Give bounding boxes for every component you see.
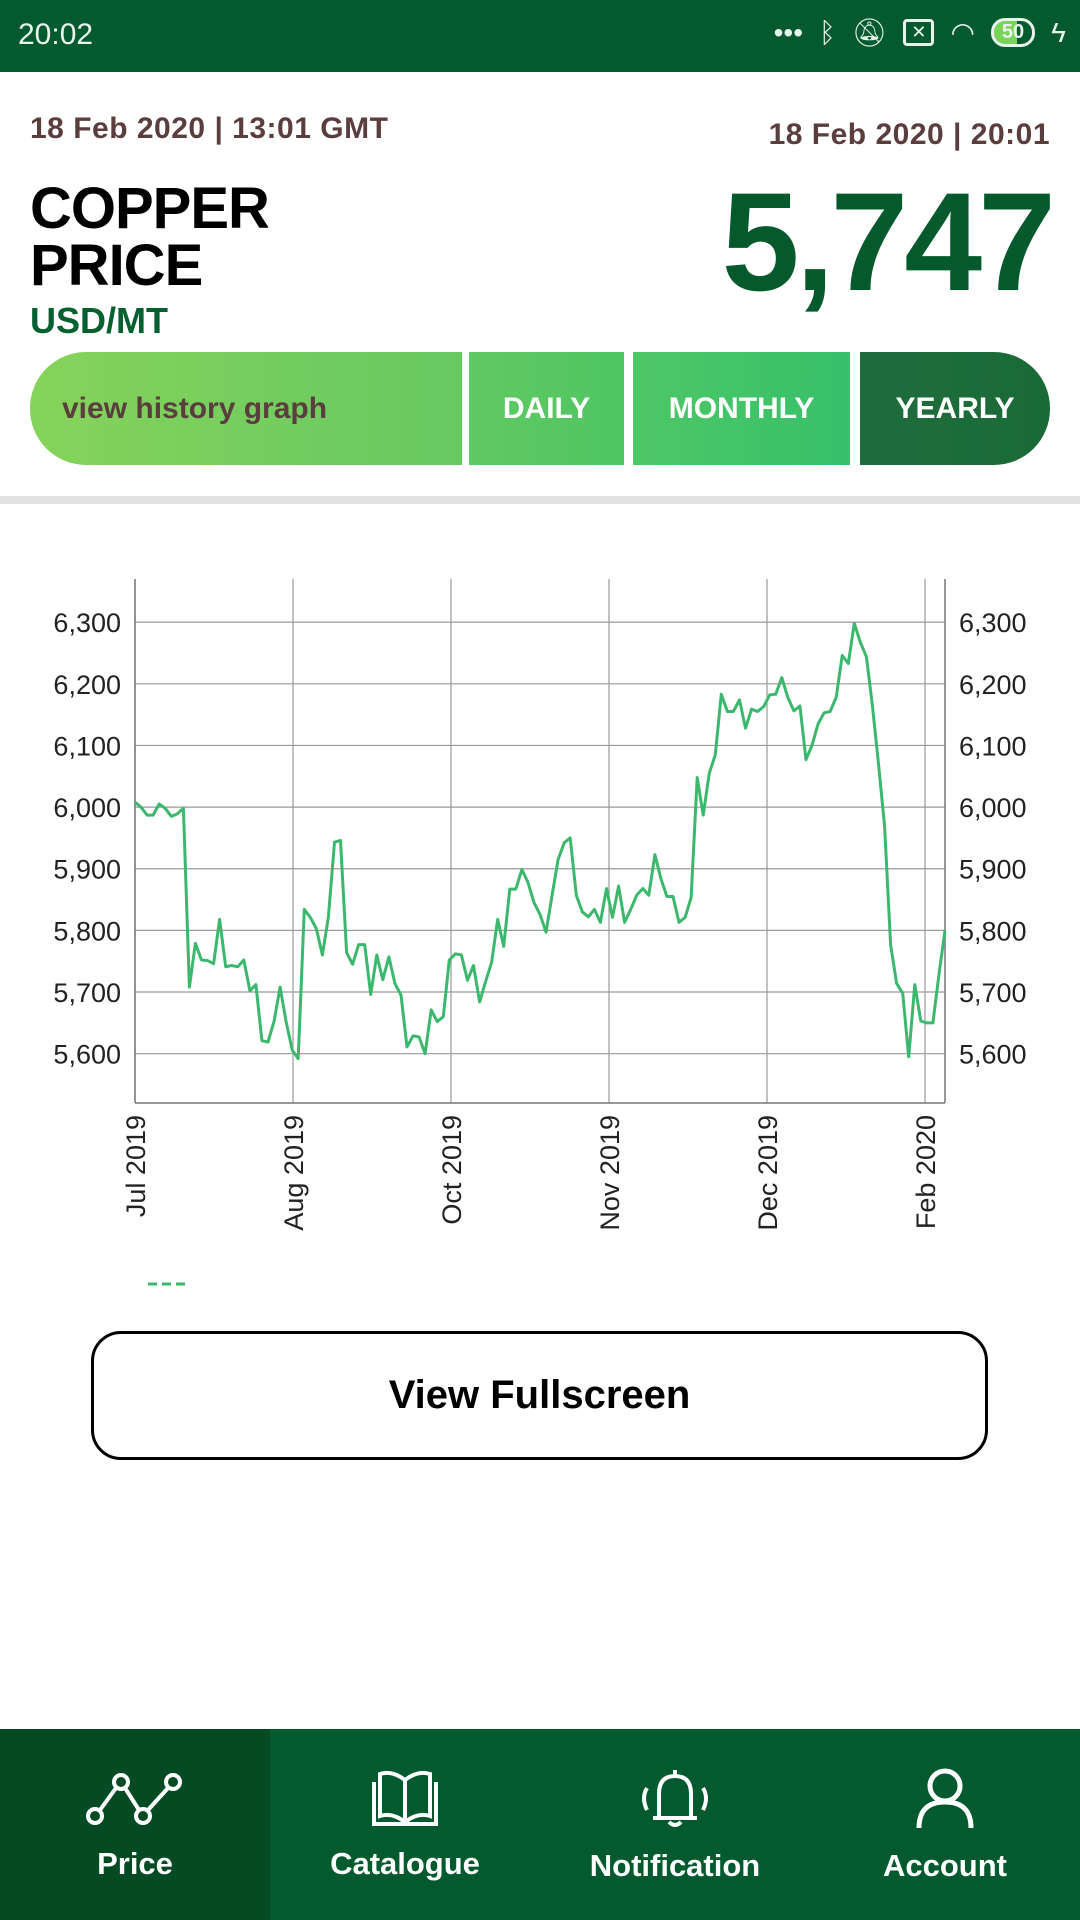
y-tick-label-left: 5,700 [53,978,121,1008]
view-fullscreen-button[interactable]: View Fullscreen [91,1331,988,1460]
market-date: 18 Feb 2020 | 13:01 GMT [30,112,389,145]
tab-monthly[interactable]: MONTHLY [633,352,850,465]
current-price: 5,747 [721,163,1056,320]
battery-icon: 50 [990,18,1036,47]
nav-notification-label: Notification [589,1847,761,1883]
page-title-line1: COPPER [30,176,270,241]
local-date: 18 Feb 2020 | 20:01 [768,118,1050,151]
y-tick-label-left: 5,600 [53,1040,121,1070]
nav-price-label: Price [97,1845,173,1881]
book-icon [372,1770,438,1826]
status-bar: 20:02 ••• ᛒ 🔕︎ ✕ ◠ 50 ϟ [0,0,1080,72]
nav-price[interactable]: Price [0,1729,270,1920]
price-unit: USD/MT [30,300,168,341]
y-tick-label-right: 5,700 [959,978,1027,1008]
nav-account[interactable]: Account [810,1729,1080,1920]
y-tick-label-left: 5,900 [53,855,121,885]
y-tick-label-left: 5,800 [53,916,121,946]
y-tick-label-right: 5,900 [959,855,1027,885]
sim-x-icon: ✕ [903,19,935,46]
line-chart-icon [86,1772,182,1825]
y-tick-label-right: 5,800 [959,916,1027,946]
charging-icon: ϟ [1051,16,1066,48]
status-time: 20:02 [18,18,94,51]
nav-catalogue[interactable]: Catalogue [270,1729,540,1920]
y-tick-label-left: 6,000 [53,793,121,823]
nav-account-label: Account [883,1847,1007,1883]
y-tick-label-left: 6,300 [53,608,121,638]
y-tick-label-right: 6,100 [959,731,1027,761]
tab-daily[interactable]: DAILY [469,352,624,465]
status-icons: ••• ᛒ 🔕︎ ✕ ◠ 50 ϟ [774,16,1066,49]
bottom-nav: Price Catalogue Notification Account [0,1729,1080,1920]
x-tick-label: Feb 2020 [911,1115,941,1229]
price-series-line [134,621,947,1061]
x-tick-label: Oct 2019 [437,1115,467,1225]
bluetooth-icon: ᛒ [819,16,836,48]
bell-off-icon: 🔕︎ [851,17,888,48]
page-title-line2: PRICE [30,233,203,298]
y-tick-label-right: 5,600 [959,1040,1027,1070]
x-tick-label: Nov 2019 [595,1115,625,1231]
price-history-chart[interactable]: 5,600 5,600 5,700 5,700 5,800 5,800 5,900 5,900… [0,560,1080,1320]
y-tick-label-right: 6,300 [959,608,1027,638]
y-tick-label-right: 6,200 [959,670,1027,700]
x-tick-label: Jul 2019 [121,1115,151,1217]
tab-yearly[interactable]: YEARLY [860,352,1050,465]
x-tick-label: Aug 2019 [279,1115,309,1231]
nav-notification[interactable]: Notification [540,1729,810,1920]
wifi-icon: ◠ [950,17,975,48]
history-graph-label: view history graph [30,352,462,465]
x-tick-label: Dec 2019 [753,1115,783,1231]
user-icon [916,1768,974,1828]
y-tick-label-right: 6,000 [959,793,1027,823]
nav-catalogue-label: Catalogue [330,1845,480,1881]
divider [0,496,1080,504]
y-tick-label-left: 6,100 [53,731,121,761]
bell-ringing-icon [642,1769,708,1827]
more-dots-icon: ••• [773,16,804,48]
y-tick-label-left: 6,200 [53,670,121,700]
